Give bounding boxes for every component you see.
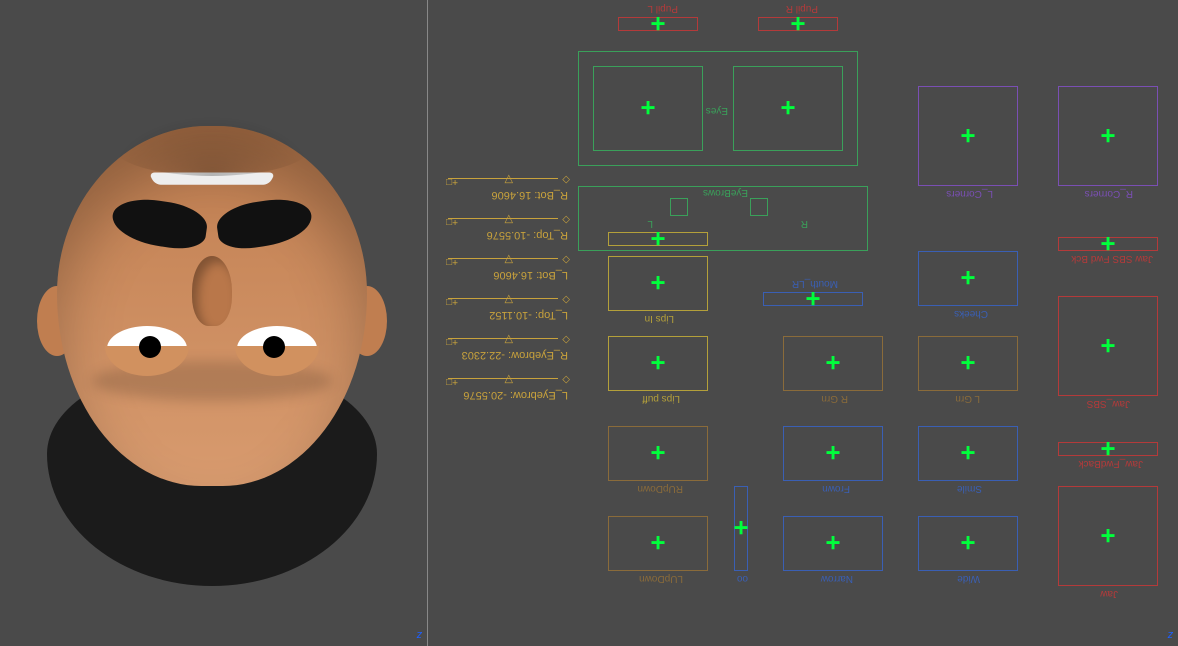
wide-label: Wide: [957, 573, 980, 584]
attr-label-5: R_Bot: 16.4606: [492, 189, 568, 201]
narrow-label: Narrow: [821, 573, 853, 584]
keyframe-icon[interactable]: ◇: [562, 374, 570, 385]
lips-in-label: Lips In: [645, 313, 674, 324]
attr-slider-3[interactable]: ◇▽+□: [448, 251, 558, 265]
jaw-sbs-fwdbck-control[interactable]: [1058, 237, 1158, 251]
axis-indicator-right: z: [417, 629, 423, 641]
eye-r-control[interactable]: [733, 66, 843, 151]
cheeks-label: Cheeks: [954, 308, 988, 319]
axis-indicator-left: z: [1168, 629, 1174, 641]
zero-icon[interactable]: +□: [446, 336, 458, 347]
r-grn-control[interactable]: [783, 336, 883, 391]
jaw-control[interactable]: [1058, 486, 1158, 586]
slider-thumb-icon[interactable]: ▽: [505, 333, 513, 346]
eyebrow-r-box[interactable]: [750, 198, 768, 216]
slider-thumb-icon[interactable]: ▽: [505, 253, 513, 266]
eyebrow-l-box[interactable]: [670, 198, 688, 216]
wide-control[interactable]: [918, 516, 1018, 571]
attr-slider-5[interactable]: ◇▽+□: [448, 171, 558, 185]
rupdown-control[interactable]: [608, 426, 708, 481]
oo-label: oo: [737, 573, 748, 584]
attr-label-2: L_Top: -10.1152: [489, 309, 568, 321]
eyebrow-r-label: R: [801, 218, 808, 229]
zero-icon[interactable]: +□: [446, 376, 458, 387]
oo-control[interactable]: [734, 486, 748, 571]
zero-icon[interactable]: +□: [446, 176, 458, 187]
pupil-l-control[interactable]: [618, 17, 698, 31]
attr-slider-4[interactable]: ◇▽+□: [448, 211, 558, 225]
attr-slider-2[interactable]: ◇▽+□: [448, 291, 558, 305]
lupdown-control[interactable]: [608, 516, 708, 571]
perspective-viewport[interactable]: z: [0, 0, 428, 646]
viewport-root: z Jaw Jaw_FwdBack Jaw_SBS Jaw SBS Fwd Bc…: [0, 0, 1178, 646]
pupil-r-control[interactable]: [758, 17, 838, 31]
zero-icon[interactable]: +□: [446, 216, 458, 227]
attr-slider-0[interactable]: ◇▽+□: [448, 371, 558, 385]
r-grn-label: R Grn: [821, 393, 848, 404]
attr-label-4: R_Top: -10.5576: [487, 229, 568, 241]
nose-mesh: [192, 256, 232, 326]
mouth-lr-label: Mouth_LR: [792, 278, 838, 289]
pupil-l-label: Pupil L: [647, 3, 678, 14]
rig-picker-panel: z Jaw Jaw_FwdBack Jaw_SBS Jaw SBS Fwd Bc…: [428, 0, 1178, 646]
lips-puff-control[interactable]: [608, 336, 708, 391]
jaw-sbs-label: Jaw_SBS: [1087, 398, 1130, 409]
slider-thumb-icon[interactable]: ▽: [505, 213, 513, 226]
keyframe-icon[interactable]: ◇: [562, 254, 570, 265]
cheeks-control[interactable]: [918, 251, 1018, 306]
l-grn-label: L Grn: [955, 393, 980, 404]
eyes-label: Eyes: [706, 105, 728, 116]
l-corners-control[interactable]: [918, 86, 1018, 186]
eyebrow-l-label: L: [647, 218, 653, 229]
attr-label-3: L_Bot: 16.4606: [493, 269, 568, 281]
frown-control[interactable]: [783, 426, 883, 481]
keyframe-icon[interactable]: ◇: [562, 334, 570, 345]
attr-label-1: R_Eyebrow: -22.2303: [462, 349, 568, 361]
r-corners-control[interactable]: [1058, 86, 1158, 186]
jaw-fwdback-label: Jaw_FwdBack: [1079, 458, 1143, 469]
keyframe-icon[interactable]: ◇: [562, 174, 570, 185]
slider-thumb-icon[interactable]: ▽: [505, 373, 513, 386]
moustache-mesh: [112, 196, 312, 246]
jaw-label: Jaw: [1100, 588, 1118, 599]
smile-control[interactable]: [918, 426, 1018, 481]
attr-slider-1[interactable]: ◇▽+□: [448, 331, 558, 345]
l-grn-control[interactable]: [918, 336, 1018, 391]
pupil-right: [139, 336, 161, 358]
eyebrows-label: EyeBrows: [703, 187, 748, 198]
keyframe-icon[interactable]: ◇: [562, 294, 570, 305]
zero-icon[interactable]: +□: [446, 296, 458, 307]
pupil-left: [263, 336, 285, 358]
eye-l-control[interactable]: [593, 66, 703, 151]
lips-puff-label: Lips puff: [642, 393, 680, 404]
lips-in-control[interactable]: [608, 256, 708, 311]
zero-icon[interactable]: +□: [446, 256, 458, 267]
r-corners-label: R_Corners: [1085, 188, 1133, 199]
mouth-lr-control[interactable]: [763, 292, 863, 306]
l-corners-label: L_Corners: [946, 188, 993, 199]
jaw-sbs-fwdbck-label: Jaw SBS Fwd Bck: [1071, 253, 1153, 264]
jaw-sbs-control[interactable]: [1058, 296, 1158, 396]
attr-label-0: L_Eyebrow: -20.5576: [463, 389, 568, 401]
jaw-fwdback-control[interactable]: [1058, 442, 1158, 456]
frown-label: Frown: [822, 483, 850, 494]
smile-label: Smile: [957, 483, 982, 494]
chin-shadow: [112, 116, 312, 176]
rupdown-label: RUpDown: [637, 483, 683, 494]
keyframe-icon[interactable]: ◇: [562, 214, 570, 225]
slider-thumb-icon[interactable]: ▽: [505, 293, 513, 306]
character-head-mesh[interactable]: [47, 106, 377, 586]
pupil-r-label: Pupil R: [786, 3, 818, 14]
slider-thumb-icon[interactable]: ▽: [505, 173, 513, 186]
narrow-control[interactable]: [783, 516, 883, 571]
lupdown-label: LUpDown: [639, 573, 683, 584]
